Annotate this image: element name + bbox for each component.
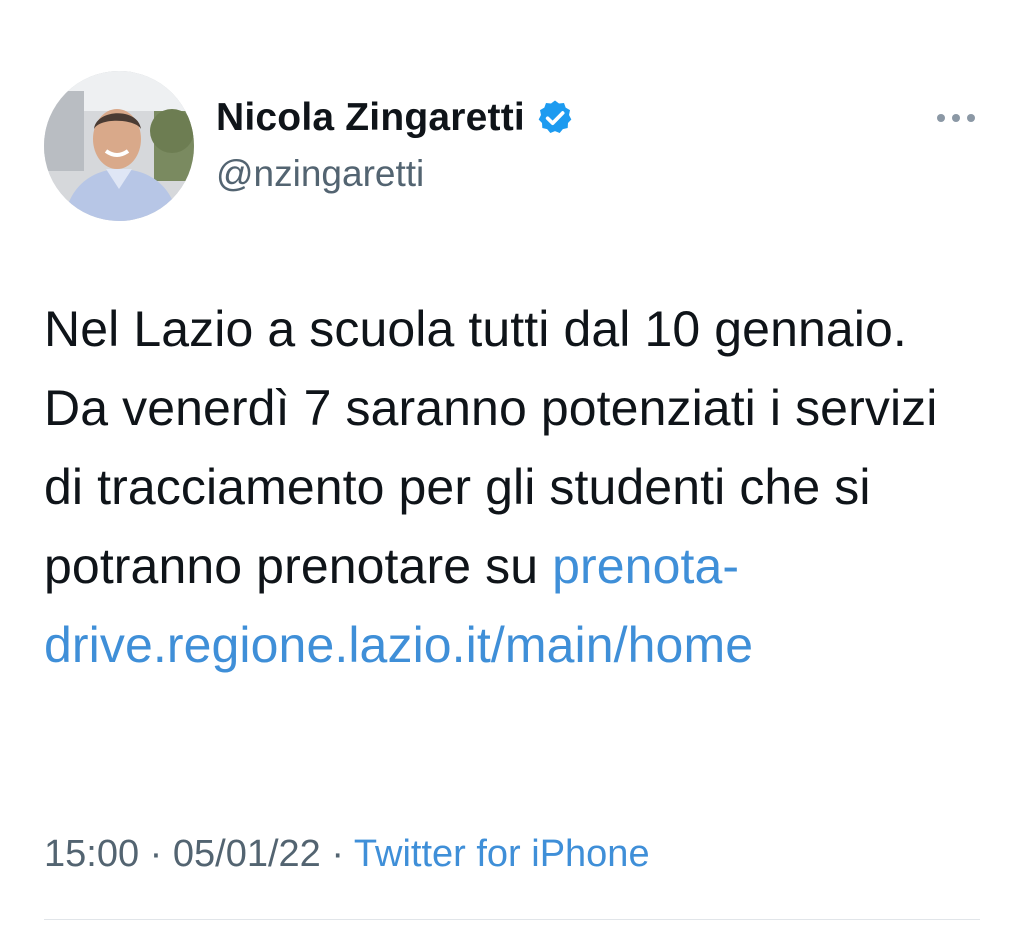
meta-separator: · [149, 833, 163, 875]
tweet-meta: 15:00 · 05/01/22 · Twitter for iPhone [44, 833, 650, 876]
tweet-source[interactable]: Twitter for iPhone [354, 833, 650, 875]
author-name[interactable]: Nicola Zingaretti [216, 96, 575, 140]
tweet-body-text: Nel Lazio a scuola tutti dal 10 gennaio.… [44, 301, 938, 594]
author-avatar[interactable] [44, 71, 194, 221]
meta-separator-2: · [331, 833, 345, 875]
more-options-button[interactable] [930, 100, 982, 136]
tweet-date[interactable]: 05/01/22 [173, 833, 321, 875]
tweet-text: Nel Lazio a scuola tutti dal 10 gennaio.… [44, 290, 984, 685]
tweet-time[interactable]: 15:00 [44, 833, 139, 875]
author-handle[interactable]: @nzingaretti [216, 153, 424, 195]
divider [44, 919, 980, 920]
ellipsis-icon [937, 114, 975, 122]
verified-badge-icon [538, 100, 572, 133]
author-name-text[interactable]: Nicola Zingaretti [216, 96, 525, 140]
tweet-card: Nicola Zingaretti @nzingaretti Nel Lazio… [0, 0, 1024, 933]
profile-photo-icon [44, 71, 194, 221]
